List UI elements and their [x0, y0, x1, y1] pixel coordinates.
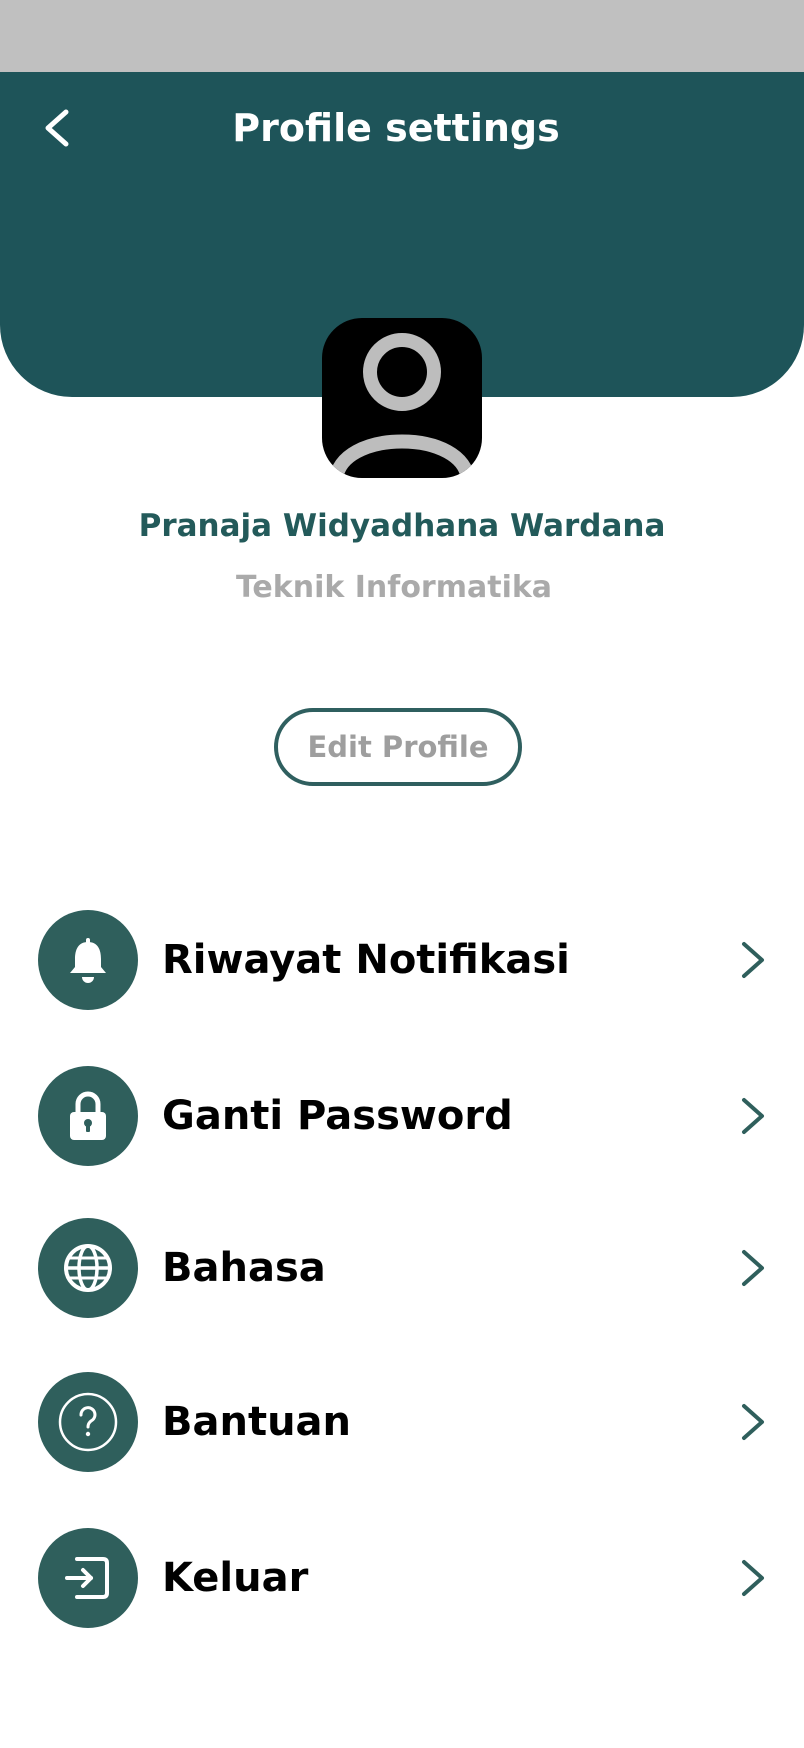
- menu-label: Ganti Password: [162, 1093, 513, 1139]
- menu-icon-circle: [38, 910, 138, 1010]
- avatar[interactable]: [322, 318, 482, 478]
- edit-profile-button[interactable]: Edit Profile: [274, 708, 522, 786]
- menu-icon-circle: [38, 1372, 138, 1472]
- logout-icon: [65, 1557, 109, 1599]
- chevron-right-icon: [742, 1250, 764, 1286]
- lock-icon: [70, 1091, 106, 1140]
- menu-item-riwayat-notifikasi[interactable]: Riwayat Notifikasi: [0, 908, 804, 1012]
- menu-item-bahasa[interactable]: Bahasa: [0, 1216, 804, 1320]
- menu-item-bantuan[interactable]: Bantuan: [0, 1370, 804, 1474]
- menu-icon-circle: [38, 1066, 138, 1166]
- user-name: Pranaja Widyadhana Wardana: [138, 508, 666, 544]
- user-major: Teknik Informatika: [235, 570, 553, 605]
- chevron-right-icon: [742, 942, 764, 978]
- menu-label: Keluar: [162, 1555, 309, 1601]
- status-bar: [0, 0, 804, 72]
- chevron-right-icon: [742, 1560, 764, 1596]
- chevron-right-icon: [742, 1098, 764, 1134]
- menu-item-ganti-password[interactable]: Ganti Password: [0, 1064, 804, 1168]
- page-title: Profile settings: [232, 106, 560, 150]
- globe-icon: [64, 1244, 112, 1292]
- menu-icon-circle: [38, 1218, 138, 1318]
- bell-icon: [70, 938, 106, 983]
- chevron-right-icon: [742, 1404, 764, 1440]
- user-icon: [329, 333, 475, 478]
- menu-label: Bantuan: [162, 1399, 352, 1445]
- menu-label: Riwayat Notifikasi: [162, 937, 570, 983]
- menu-label: Bahasa: [162, 1245, 326, 1291]
- menu-icon-circle: [38, 1528, 138, 1628]
- menu-item-keluar[interactable]: Keluar: [0, 1526, 804, 1630]
- help-icon: [58, 1392, 118, 1452]
